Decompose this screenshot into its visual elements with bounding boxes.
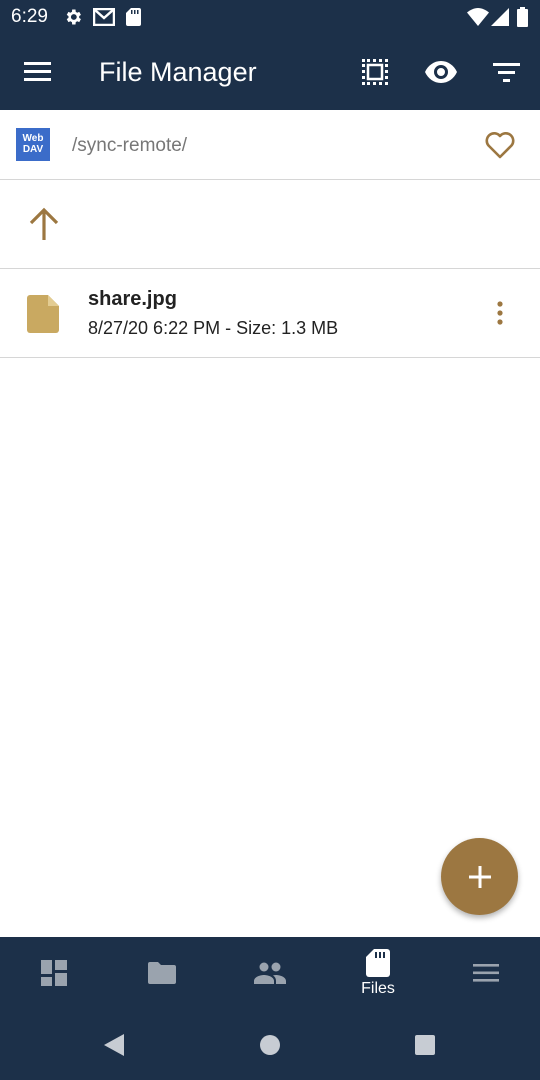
path-bar: Web DAV /sync-remote/ xyxy=(0,110,540,180)
file-meta: 8/27/20 6:22 PM - Size: 1.3 MB xyxy=(88,318,339,338)
app-bar: File Manager xyxy=(0,34,540,110)
favorite-button[interactable] xyxy=(482,127,518,163)
back-button[interactable] xyxy=(100,1031,128,1059)
nav-files-label: Files xyxy=(361,979,395,997)
parent-directory-row[interactable] xyxy=(0,180,540,269)
menu-icon xyxy=(473,964,499,982)
gmail-icon xyxy=(92,6,116,28)
select-all-icon xyxy=(362,59,388,85)
arrow-up-icon xyxy=(29,207,59,240)
nav-more[interactable] xyxy=(432,937,540,1009)
signal-icon xyxy=(490,6,510,28)
select-all-button[interactable] xyxy=(353,50,397,94)
heart-icon xyxy=(485,132,515,159)
menu-icon xyxy=(24,62,51,81)
plus-icon xyxy=(468,865,491,888)
eye-icon xyxy=(425,61,457,83)
bottom-navigation: Files xyxy=(0,937,540,1009)
webdav-badge-line2: DAV xyxy=(22,144,44,155)
webdav-storage-icon[interactable]: Web DAV xyxy=(16,128,50,161)
add-fab-button[interactable] xyxy=(441,838,518,915)
sd-card-icon xyxy=(366,948,390,977)
sd-card-icon xyxy=(124,6,142,28)
filter-button[interactable] xyxy=(485,50,529,94)
file-name: share.jpg xyxy=(88,288,177,310)
nav-files[interactable]: Files xyxy=(324,937,432,1009)
more-vert-icon xyxy=(497,301,503,325)
home-circle-icon xyxy=(260,1035,280,1055)
recents-square-icon xyxy=(415,1035,435,1055)
file-icon xyxy=(27,295,59,333)
folder-icon xyxy=(148,962,176,984)
view-button[interactable] xyxy=(419,50,463,94)
filter-icon xyxy=(493,63,520,82)
nav-people[interactable] xyxy=(216,937,324,1009)
people-icon xyxy=(254,962,286,984)
page-title: File Manager xyxy=(99,57,257,87)
nav-folders[interactable] xyxy=(108,937,216,1009)
file-overflow-menu-button[interactable] xyxy=(488,297,512,329)
recents-button[interactable] xyxy=(411,1031,439,1059)
system-navigation-bar xyxy=(0,1009,540,1080)
status-time: 6:29 xyxy=(11,6,48,27)
battery-icon xyxy=(515,6,529,28)
file-list-item[interactable]: share.jpg 8/27/20 6:22 PM - Size: 1.3 MB xyxy=(0,269,540,358)
nav-dashboard[interactable] xyxy=(0,937,108,1009)
home-button[interactable] xyxy=(256,1031,284,1059)
dashboard-icon xyxy=(41,960,67,986)
status-bar: 6:29 xyxy=(0,0,540,34)
webdav-badge-line1: Web xyxy=(22,133,44,144)
hamburger-menu-button[interactable] xyxy=(16,50,60,94)
gear-icon xyxy=(62,6,84,28)
current-path[interactable]: /sync-remote/ xyxy=(72,134,187,158)
wifi-icon xyxy=(466,6,490,28)
back-triangle-icon xyxy=(104,1034,124,1056)
